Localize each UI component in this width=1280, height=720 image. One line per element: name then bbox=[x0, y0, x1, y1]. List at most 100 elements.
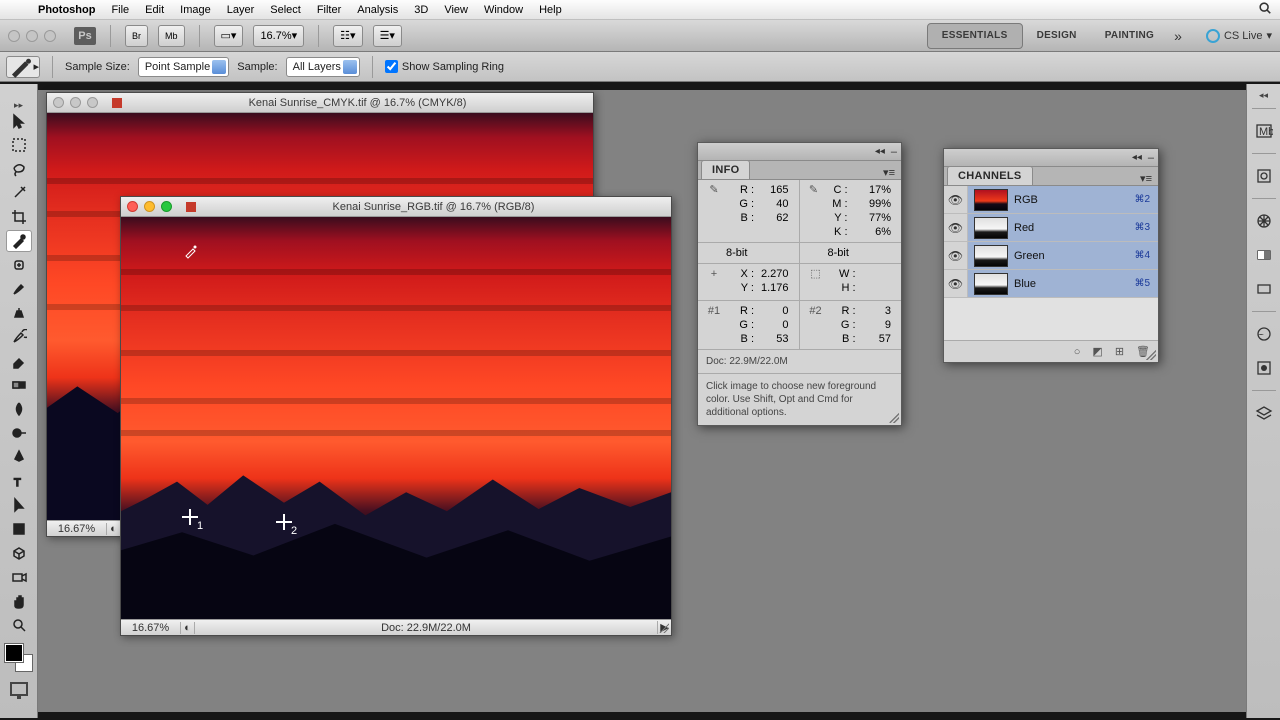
close-icon[interactable] bbox=[8, 30, 20, 42]
channels-tab[interactable]: CHANNELS bbox=[947, 166, 1033, 185]
resize-grip[interactable] bbox=[1146, 350, 1156, 360]
minimize-icon[interactable] bbox=[70, 97, 81, 108]
blur-tool[interactable] bbox=[6, 398, 32, 420]
zoom-icon[interactable] bbox=[87, 97, 98, 108]
zoom-level-combo[interactable]: 16.7% ▾ bbox=[253, 25, 304, 47]
status-menu-icon[interactable]: ◐ bbox=[181, 622, 195, 634]
panel-minimize-icon[interactable]: – bbox=[891, 146, 897, 158]
sample-size-combo[interactable]: Point Sample bbox=[138, 57, 229, 77]
new-channel-icon[interactable]: ⊞ bbox=[1115, 345, 1124, 358]
zoom-field[interactable]: 16.67% bbox=[121, 622, 181, 634]
adjustments-panel-icon[interactable] bbox=[1252, 322, 1276, 346]
load-selection-icon[interactable]: ○ bbox=[1074, 346, 1081, 358]
cs-live-button[interactable]: CS Live▾ bbox=[1206, 29, 1272, 43]
canvas[interactable]: 1 2 bbox=[121, 217, 671, 619]
document-window-rgb[interactable]: Kenai Sunrise_RGB.tif @ 16.7% (RGB/8) 1 … bbox=[120, 196, 672, 636]
hand-tool[interactable] bbox=[6, 590, 32, 612]
close-icon[interactable] bbox=[53, 97, 64, 108]
swatches-panel-icon[interactable] bbox=[1252, 243, 1276, 267]
3d-camera-tool[interactable] bbox=[6, 566, 32, 588]
visibility-toggle[interactable]: 👁 bbox=[944, 270, 968, 297]
color-sampler-1[interactable]: 1 bbox=[183, 510, 197, 524]
quick-mask-icon[interactable] bbox=[10, 682, 28, 696]
sample-layers-combo[interactable]: All Layers bbox=[286, 57, 360, 77]
channel-row-blue[interactable]: 👁 Blue ⌘5 bbox=[944, 270, 1158, 298]
menu-image[interactable]: Image bbox=[180, 4, 211, 16]
brush-tool[interactable] bbox=[6, 278, 32, 300]
spotlight-search-icon[interactable] bbox=[1258, 1, 1272, 18]
save-selection-icon[interactable]: ◩ bbox=[1092, 345, 1102, 358]
path-selection-tool[interactable] bbox=[6, 494, 32, 516]
channel-row-green[interactable]: 👁 Green ⌘4 bbox=[944, 242, 1158, 270]
history-brush-tool[interactable] bbox=[6, 326, 32, 348]
move-tool[interactable] bbox=[6, 110, 32, 132]
magic-wand-tool[interactable] bbox=[6, 182, 32, 204]
menu-layer[interactable]: Layer bbox=[227, 4, 255, 16]
info-tab[interactable]: INFO bbox=[701, 160, 750, 179]
styles-panel-icon[interactable] bbox=[1252, 277, 1276, 301]
zoom-icon[interactable] bbox=[44, 30, 56, 42]
menu-3d[interactable]: 3D bbox=[414, 4, 428, 16]
eraser-tool[interactable] bbox=[6, 350, 32, 372]
color-sampler-2[interactable]: 2 bbox=[277, 515, 291, 529]
menu-analysis[interactable]: Analysis bbox=[357, 4, 398, 16]
zoom-tool[interactable] bbox=[6, 614, 32, 636]
healing-brush-tool[interactable] bbox=[6, 254, 32, 276]
resize-grip[interactable] bbox=[659, 623, 669, 633]
crop-tool[interactable] bbox=[6, 206, 32, 228]
panel-collapse-icon[interactable]: ◂◂ bbox=[1132, 152, 1142, 163]
minibridge-panel-icon[interactable]: Mb bbox=[1252, 119, 1276, 143]
tools-collapse-icon[interactable]: ▸▸ bbox=[14, 100, 23, 108]
resize-grip[interactable] bbox=[889, 413, 899, 423]
color-panel-icon[interactable] bbox=[1252, 209, 1276, 233]
zoom-field[interactable]: 16.67% bbox=[47, 523, 107, 535]
launch-bridge-button[interactable]: Br bbox=[125, 25, 148, 47]
visibility-toggle[interactable]: 👁 bbox=[944, 242, 968, 269]
visibility-toggle[interactable]: 👁 bbox=[944, 214, 968, 241]
workspace-essentials[interactable]: ESSENTIALS bbox=[927, 23, 1023, 49]
eyedropper-tool[interactable] bbox=[6, 230, 32, 252]
current-tool-preset[interactable]: ▸ bbox=[6, 56, 40, 78]
channels-panel[interactable]: ◂◂– CHANNELS ▾≡ 👁 RGB ⌘2 👁 Red ⌘3 👁 Gree… bbox=[943, 148, 1159, 363]
panel-menu-icon[interactable]: ▾≡ bbox=[1134, 172, 1158, 185]
menu-window[interactable]: Window bbox=[484, 4, 523, 16]
arrange-documents-button[interactable]: ☷▾ bbox=[333, 25, 362, 47]
show-sampling-ring-checkbox[interactable]: Show Sampling Ring bbox=[385, 60, 504, 73]
menu-file[interactable]: File bbox=[111, 4, 129, 16]
document-titlebar[interactable]: Kenai Sunrise_CMYK.tif @ 16.7% (CMYK/8) bbox=[47, 93, 593, 113]
view-extras-button[interactable]: ▭▾ bbox=[214, 25, 244, 47]
gradient-tool[interactable] bbox=[6, 374, 32, 396]
masks-panel-icon[interactable] bbox=[1252, 356, 1276, 380]
more-workspaces-icon[interactable]: » bbox=[1174, 28, 1182, 44]
workspace-design[interactable]: DESIGN bbox=[1023, 23, 1091, 49]
info-panel[interactable]: ◂◂– INFO ▾≡ ✎ R :165 G :40 B :62 ✎ C :17… bbox=[697, 142, 902, 426]
pen-tool[interactable] bbox=[6, 446, 32, 468]
channel-row-rgb[interactable]: 👁 RGB ⌘2 bbox=[944, 186, 1158, 214]
menu-view[interactable]: View bbox=[444, 4, 468, 16]
visibility-toggle[interactable]: 👁 bbox=[944, 186, 968, 213]
panel-minimize-icon[interactable]: – bbox=[1148, 152, 1154, 164]
shape-tool[interactable] bbox=[6, 518, 32, 540]
status-menu-icon[interactable]: ◐ bbox=[107, 523, 121, 535]
marquee-tool[interactable] bbox=[6, 134, 32, 156]
channel-row-red[interactable]: 👁 Red ⌘3 bbox=[944, 214, 1158, 242]
app-menu[interactable]: Photoshop bbox=[38, 4, 95, 16]
panel-collapse-icon[interactable]: ◂◂ bbox=[875, 146, 885, 157]
clone-stamp-tool[interactable] bbox=[6, 302, 32, 324]
zoom-icon[interactable] bbox=[161, 201, 172, 212]
menu-filter[interactable]: Filter bbox=[317, 4, 341, 16]
panel-menu-icon[interactable]: ▾≡ bbox=[877, 166, 901, 179]
type-tool[interactable]: T bbox=[6, 470, 32, 492]
close-icon[interactable] bbox=[127, 201, 138, 212]
menu-help[interactable]: Help bbox=[539, 4, 562, 16]
layers-panel-icon[interactable] bbox=[1252, 401, 1276, 425]
menu-edit[interactable]: Edit bbox=[145, 4, 164, 16]
panels-expand-icon[interactable]: ◂◂ bbox=[1259, 90, 1268, 98]
document-titlebar[interactable]: Kenai Sunrise_RGB.tif @ 16.7% (RGB/8) bbox=[121, 197, 671, 217]
3d-tool[interactable] bbox=[6, 542, 32, 564]
minimize-icon[interactable] bbox=[144, 201, 155, 212]
history-panel-icon[interactable] bbox=[1252, 164, 1276, 188]
lasso-tool[interactable] bbox=[6, 158, 32, 180]
minimize-icon[interactable] bbox=[26, 30, 38, 42]
screen-mode-button[interactable]: ☰▾ bbox=[373, 25, 402, 47]
